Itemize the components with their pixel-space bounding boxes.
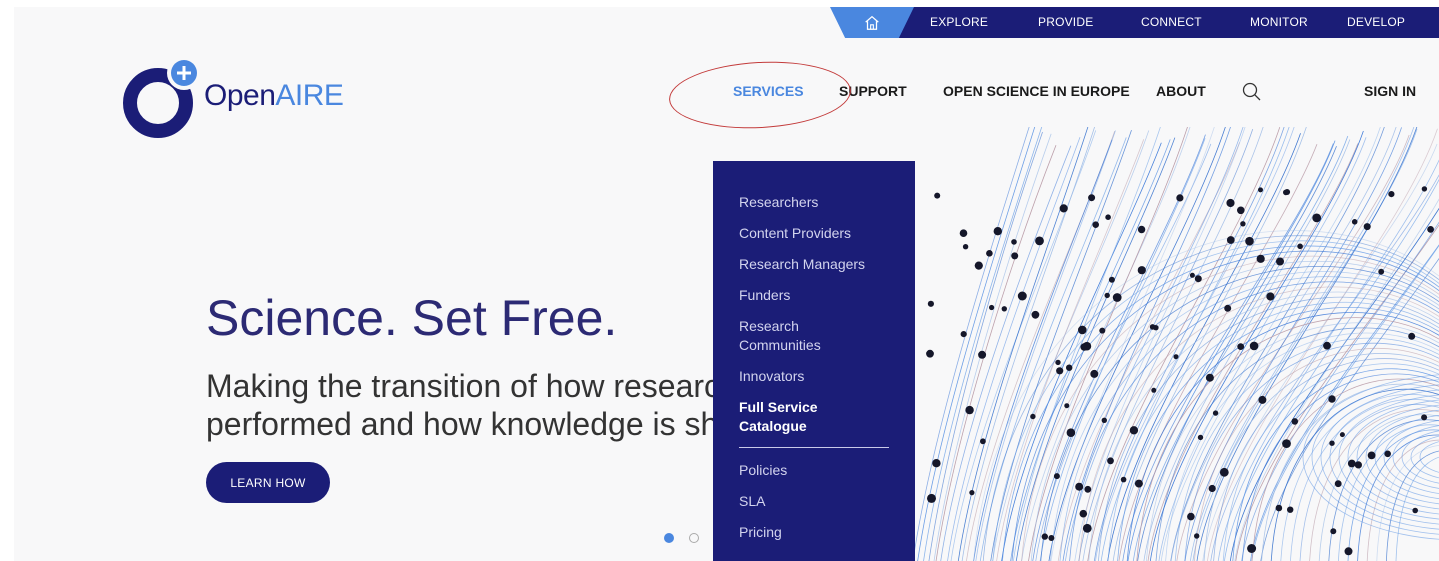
dropdown-item-sla[interactable]: SLA xyxy=(739,492,889,511)
hero-subtitle: Making the transition of how researc per… xyxy=(206,367,720,443)
search-icon[interactable] xyxy=(1242,82,1262,102)
nav-support[interactable]: SUPPORT xyxy=(839,83,907,99)
dropdown-item-full-service-catalogue[interactable]: Full Service Catalogue xyxy=(739,398,889,436)
topnav-provide[interactable]: PROVIDE xyxy=(1038,7,1093,38)
dropdown-item-funders[interactable]: Funders xyxy=(739,286,889,305)
dropdown-item-research-managers[interactable]: Research Managers xyxy=(739,255,889,274)
dropdown-item-innovators[interactable]: Innovators xyxy=(739,367,889,386)
carousel-dot-2[interactable] xyxy=(689,533,699,543)
dropdown-divider xyxy=(739,447,889,448)
dropdown-item-pricing[interactable]: Pricing xyxy=(739,523,889,542)
learn-how-button[interactable]: LEARN HOW xyxy=(206,462,330,503)
carousel-dot-1[interactable] xyxy=(664,533,674,543)
dropdown-item-researchers[interactable]: Researchers xyxy=(739,193,889,212)
topnav-connect[interactable]: CONNECT xyxy=(1141,7,1202,38)
hero-subtitle-line-2: performed and how knowledge is sh xyxy=(206,406,719,442)
home-icon xyxy=(865,15,879,30)
page: EXPLORE PROVIDE CONNECT MONITOR DEVELOP … xyxy=(14,7,1439,561)
nav-services[interactable]: SERVICES xyxy=(733,83,804,99)
dropdown-item-research-communities[interactable]: Research Communities xyxy=(739,317,821,355)
top-utility-bar: EXPLORE PROVIDE CONNECT MONITOR DEVELOP xyxy=(830,7,1439,38)
dropdown-item-content-providers[interactable]: Content Providers xyxy=(739,224,889,243)
logo-text-aire: AIRE xyxy=(275,79,344,112)
openaire-logo[interactable]: OpenAIRE xyxy=(122,53,362,139)
hero-subtitle-line-1: Making the transition of how researc xyxy=(206,368,721,404)
logo-text-open: Open xyxy=(204,79,276,112)
sign-in-link[interactable]: SIGN IN xyxy=(1364,83,1416,99)
nav-open-science-in-europe[interactable]: OPEN SCIENCE IN EUROPE xyxy=(943,83,1130,99)
topnav-develop[interactable]: DEVELOP xyxy=(1347,7,1405,38)
dropdown-item-policies[interactable]: Policies xyxy=(739,461,889,480)
services-dropdown-menu: Researchers Content Providers Research M… xyxy=(713,161,915,561)
logo-wordmark: OpenAIRE xyxy=(204,79,344,113)
nav-about[interactable]: ABOUT xyxy=(1156,83,1206,99)
topnav-monitor[interactable]: MONITOR xyxy=(1250,7,1308,38)
hero-title: Science. Set Free. xyxy=(206,290,618,346)
logo-mark xyxy=(123,56,201,138)
flow-lines-illustration xyxy=(912,127,1439,561)
topnav-explore[interactable]: EXPLORE xyxy=(930,7,988,38)
